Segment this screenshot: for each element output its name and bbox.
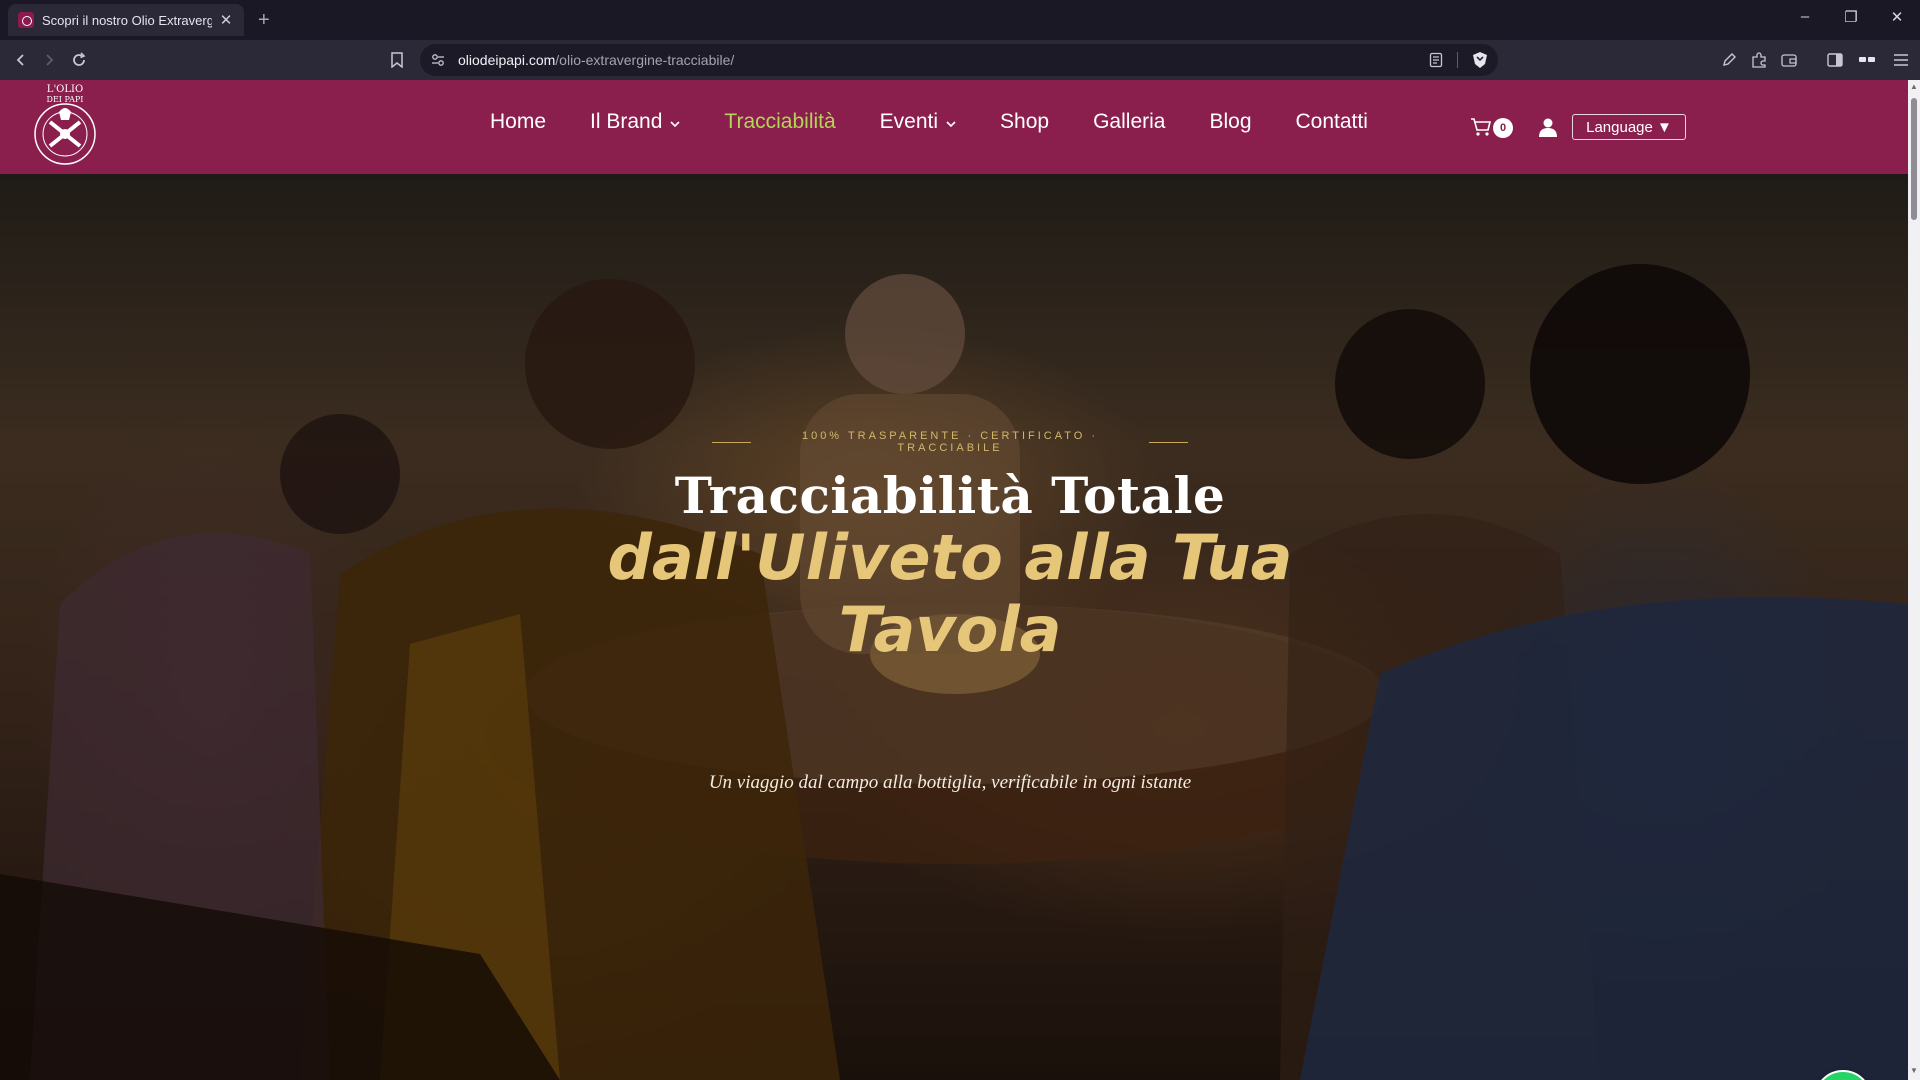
nav-home[interactable]: Home [490,110,546,134]
nav-tracciabilita[interactable]: Tracciabilità [724,110,835,134]
chevron-down-icon [670,120,680,127]
new-tab-button[interactable]: + [258,9,270,32]
sidebar-icon[interactable] [1822,47,1848,73]
url-path: /olio-extravergine-tracciabile/ [555,52,735,68]
scroll-down-arrow[interactable]: ▼ [1908,1066,1920,1075]
svg-text:DEI PAPI: DEI PAPI [47,95,84,104]
nav-galleria[interactable]: Galleria [1093,110,1165,134]
nav-galleria-label: Galleria [1093,110,1166,133]
bookmark-icon[interactable] [384,47,410,73]
main-navigation: Home Il Brand Tracciabilità Eventi Shop … [490,110,1412,134]
nav-il-brand[interactable]: Il Brand [590,110,680,134]
hero-eyebrow-text: 100% TRASPARENTE · CERTIFICATO · TRACCIA… [801,430,1099,454]
hero-title-accent: dall'Uliveto alla Tua Tavola [607,521,1293,666]
web-page: L'OLIO DEI PAPI Home Il Brand Tracciabil… [0,80,1908,1080]
brand-logo[interactable]: L'OLIO DEI PAPI [24,82,106,172]
nav-shop[interactable]: Shop [1000,110,1049,134]
hero-eyebrow: 100% TRASPARENTE · CERTIFICATO · TRACCIA… [700,430,1200,454]
svg-text:L'OLIO: L'OLIO [47,84,83,95]
nav-il-brand-label: Il Brand [590,110,663,133]
site-favicon-icon [18,12,34,28]
separator [1457,52,1458,68]
nav-contatti[interactable]: Contatti [1296,110,1368,134]
url-domain: oliodeipapi.com [458,52,556,68]
tab-close-icon[interactable]: ✕ [218,11,234,29]
restore-button[interactable]: ❐ [1836,8,1866,26]
scroll-up-arrow[interactable]: ▲ [1908,82,1920,91]
address-bar[interactable]: oliodeipapi.com/olio-extravergine-tracci… [420,44,1498,76]
wallet-icon[interactable] [1776,47,1802,73]
forward-icon[interactable] [36,47,62,73]
cart-icon[interactable] [1470,117,1492,137]
language-button[interactable]: Language ▼ [1572,114,1686,140]
nav-shop-label: Shop [1000,110,1050,133]
tab-title: Scopri il nostro Olio Extravergine [42,12,212,28]
browser-tab[interactable]: Scopri il nostro Olio Extravergine ✕ [8,4,244,36]
shield-icon[interactable] [1472,51,1488,69]
nav-blog-label: Blog [1209,110,1252,133]
page-scrollbar[interactable]: ▲ ▼ [1908,80,1920,1080]
hero-subtitle: Un viaggio dal campo alla bottiglia, ver… [708,772,1192,793]
scroll-thumb[interactable] [1911,98,1917,220]
chevron-down-icon [946,120,956,127]
user-icon[interactable] [1538,117,1558,137]
cart-count-badge: 0 [1493,118,1513,138]
back-icon[interactable] [8,47,34,73]
browser-tab-strip: Scopri il nostro Olio Extravergine ✕ + –… [0,0,1920,40]
reload-icon[interactable] [66,47,92,73]
vpn-icon[interactable] [1854,47,1880,73]
pen-icon[interactable] [1716,47,1742,73]
eyebrow-divider [1149,441,1188,443]
extensions-icon[interactable] [1746,47,1772,73]
reader-icon[interactable] [1429,52,1443,68]
site-settings-icon[interactable] [430,52,446,68]
nav-blog[interactable]: Blog [1209,110,1251,134]
nav-tracciabilita-label: Tracciabilità [724,110,836,133]
nav-eventi[interactable]: Eventi [880,110,956,134]
close-window-button[interactable]: ✕ [1882,8,1912,26]
browser-toolbar: oliodeipapi.com/olio-extravergine-tracci… [0,40,1920,80]
hero-section: 100% TRASPARENTE · CERTIFICATO · TRACCIA… [0,174,1908,1080]
nav-home-label: Home [490,110,547,133]
eyebrow-divider [712,441,751,443]
hero-title: Tracciabilità Totale [674,466,1226,525]
site-header: L'OLIO DEI PAPI Home Il Brand Tracciabil… [0,80,1908,174]
nav-contatti-label: Contatti [1295,110,1368,133]
minimize-button[interactable]: – [1790,8,1820,25]
nav-eventi-label: Eventi [879,110,939,133]
menu-icon[interactable] [1888,47,1914,73]
